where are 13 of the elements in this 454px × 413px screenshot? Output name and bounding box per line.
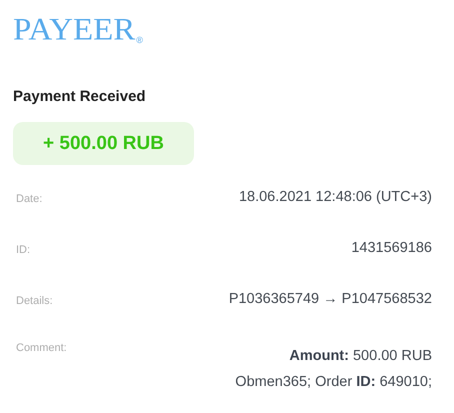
- field-value: P1036365749 → P1047568532: [228, 291, 432, 307]
- page-title: Payment Received: [13, 88, 147, 105]
- registered-mark: ®: [136, 35, 143, 45]
- logo-text: PAYEER: [13, 14, 136, 46]
- field-value: 18.06.2021 12:48:06 (UTC+3): [238, 189, 432, 205]
- field-value: Obmen365; Order ID: 649010;: [235, 374, 432, 390]
- field-value: 1431569186: [351, 240, 432, 256]
- amount-badge: + 500.00 RUB: [13, 122, 194, 165]
- field-label: Details:: [15, 294, 53, 307]
- field-label: Comment:: [15, 342, 67, 354]
- field-label: Date:: [15, 192, 42, 205]
- field-label: ID:: [15, 243, 30, 256]
- field-value: Amount: 500.00 RUB: [289, 348, 432, 364]
